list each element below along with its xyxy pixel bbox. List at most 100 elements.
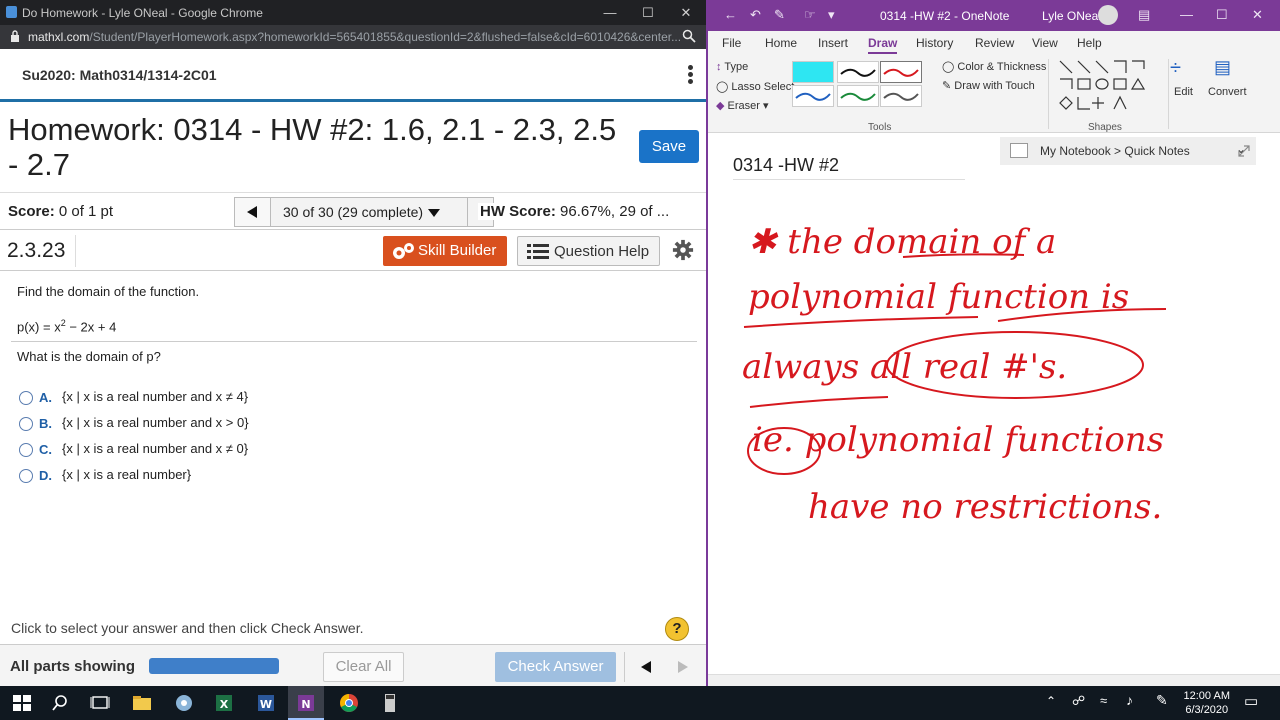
tab-history[interactable]: History xyxy=(916,36,953,50)
triangle-left-icon[interactable] xyxy=(627,652,665,682)
undo-icon[interactable]: ↶ xyxy=(750,7,761,23)
palette-icon: ◯ xyxy=(942,61,955,73)
radio-button[interactable] xyxy=(19,469,33,483)
previous-question-button[interactable] xyxy=(235,198,271,226)
chrome-icon[interactable] xyxy=(337,691,361,715)
network-icon[interactable]: ☍ xyxy=(1072,693,1085,709)
close-icon[interactable]: ✕ xyxy=(1252,7,1263,23)
convert-icon[interactable]: ▤ xyxy=(1214,57,1231,78)
tab-home[interactable]: Home xyxy=(765,36,797,50)
answer-option-b[interactable]: B. {x | x is a real number and x > 0} xyxy=(19,414,419,434)
ink-underline-always xyxy=(749,396,889,408)
parts-progress-bar xyxy=(149,658,279,674)
save-button[interactable]: Save xyxy=(639,130,699,163)
search-icon[interactable] xyxy=(50,691,74,715)
close-icon[interactable]: ✕ xyxy=(668,0,704,25)
triangle-down-icon xyxy=(427,209,440,218)
back-icon[interactable]: ← xyxy=(724,7,737,22)
help-icon[interactable]: ? xyxy=(665,617,689,641)
pen-black[interactable] xyxy=(837,61,879,83)
onenote-page-canvas[interactable]: My Notebook > Quick Notes ⌄ 0314 -HW #2 … xyxy=(708,133,1280,674)
draw-with-touch-label: Draw with Touch xyxy=(954,80,1035,92)
onenote-window: ← ↶ ✎ ☞ ▾ 0314 -HW #2 - OneNote Lyle ONe… xyxy=(706,0,1280,686)
shapes-gallery-icon[interactable] xyxy=(1058,59,1148,111)
answer-option-a[interactable]: A. {x | x is a real number and x ≠ 4} xyxy=(19,388,419,408)
wifi-icon[interactable]: ≈ xyxy=(1100,693,1107,708)
minimize-icon[interactable]: — xyxy=(1180,7,1193,22)
maximize-icon[interactable]: ☐ xyxy=(1216,7,1228,23)
edit-icon[interactable]: ÷ xyxy=(1170,57,1181,80)
chrome-title-bar: Do Homework - Lyle ONeal - Google Chrome… xyxy=(0,0,706,25)
skill-builder-button[interactable]: Skill Builder xyxy=(383,236,507,266)
answer-option-c[interactable]: C. {x | x is a real number and x ≠ 0} xyxy=(19,440,419,460)
windows-start-icon[interactable] xyxy=(10,691,34,715)
clear-all-button[interactable]: Clear All xyxy=(323,652,404,682)
question-selector[interactable]: 30 of 30 (29 complete) xyxy=(283,204,441,220)
tab-help[interactable]: Help xyxy=(1077,36,1102,50)
volume-icon[interactable]: ♪ xyxy=(1126,692,1133,708)
lasso-select-tool[interactable]: ◯ Lasso Select xyxy=(716,80,794,93)
draw-with-touch-button[interactable]: ✎ Draw with Touch xyxy=(942,79,1035,92)
onenote-icon: N xyxy=(298,695,314,711)
taskbar-onenote-active[interactable]: N xyxy=(288,686,324,720)
color-thickness-button[interactable]: ◯ Color & Thickness xyxy=(942,60,1046,73)
pen-stroke-icon xyxy=(795,92,831,101)
zoom-icon[interactable] xyxy=(682,29,696,43)
file-explorer-icon[interactable] xyxy=(130,691,154,715)
type-tool[interactable]: ↕ Type xyxy=(716,61,748,73)
question-navigator: 30 of 30 (29 complete) xyxy=(234,197,494,227)
more-options-icon[interactable] xyxy=(688,65,694,86)
draw-ribbon: ↕ Type ◯ Lasso Select ◆ Eraser ▾ ◯ Color… xyxy=(708,55,1280,133)
triangle-left-icon xyxy=(247,206,257,218)
check-answer-button[interactable]: Check Answer xyxy=(495,652,616,682)
calculator-icon[interactable] xyxy=(378,691,402,715)
score-label: Score: xyxy=(8,203,55,220)
touch-mode-icon[interactable]: ☞ xyxy=(804,7,816,23)
list-icon xyxy=(527,244,549,259)
triangle-right-icon[interactable] xyxy=(665,652,701,682)
question-help-button[interactable]: Question Help xyxy=(517,236,660,266)
answer-option-d[interactable]: D. {x | x is a real number} xyxy=(19,466,419,486)
radio-button[interactable] xyxy=(19,443,33,457)
address-bar[interactable]: mathxl.com/Student/PlayerHomework.aspx?h… xyxy=(0,25,706,49)
score: Score: 0 of 1 pt xyxy=(8,203,113,220)
pen-icon[interactable]: ✎ xyxy=(1156,692,1168,709)
excel-icon[interactable]: X xyxy=(212,691,236,715)
task-view-icon[interactable] xyxy=(88,691,112,715)
ribbon-display-icon[interactable]: ▤ xyxy=(1138,7,1150,23)
pen-red[interactable] xyxy=(880,61,922,83)
pen-gray[interactable] xyxy=(880,85,922,107)
eraser-tool[interactable]: ◆ Eraser ▾ xyxy=(716,99,769,112)
pen-blue[interactable] xyxy=(792,85,834,107)
pen-highlighter-cyan[interactable] xyxy=(792,61,834,83)
customize-dropdown-icon[interactable]: ▾ xyxy=(828,7,835,23)
snipping-tool-icon[interactable] xyxy=(172,691,196,715)
settings-gear-icon[interactable] xyxy=(672,239,694,261)
tab-draw[interactable]: Draw xyxy=(868,36,898,54)
pen-green[interactable] xyxy=(837,85,879,107)
horizontal-scrollbar[interactable] xyxy=(708,674,1280,686)
word-icon[interactable]: W xyxy=(254,691,278,715)
convert-label[interactable]: Convert xyxy=(1208,86,1247,98)
tab-insert[interactable]: Insert xyxy=(818,36,848,50)
url-text[interactable]: mathxl.com/Student/PlayerHomework.aspx?h… xyxy=(28,30,681,44)
tab-file[interactable]: File xyxy=(722,36,741,50)
chevron-up-icon[interactable]: ⌃ xyxy=(1046,694,1056,708)
radio-button[interactable] xyxy=(19,391,33,405)
ink-line-2: polynomial function is xyxy=(748,277,1129,317)
maximize-icon[interactable]: ☐ xyxy=(630,0,666,25)
draw-icon[interactable]: ✎ xyxy=(774,7,785,23)
tab-view[interactable]: View xyxy=(1032,36,1058,50)
clock-date: 6/3/2020 xyxy=(1185,704,1229,716)
ink-line-1: ✱ the domain of a xyxy=(748,222,1056,262)
url-host: mathxl.com xyxy=(28,30,90,44)
radio-button[interactable] xyxy=(19,417,33,431)
avatar[interactable] xyxy=(1098,5,1118,25)
notifications-icon[interactable]: ▭ xyxy=(1244,692,1258,710)
edit-label[interactable]: Edit xyxy=(1174,86,1193,98)
minimize-icon[interactable]: — xyxy=(592,0,628,25)
lasso-label: Lasso Select xyxy=(731,81,795,93)
system-clock[interactable]: 12:00 AM 6/3/2020 xyxy=(1184,689,1230,717)
pen-stroke-icon xyxy=(883,92,919,101)
tab-review[interactable]: Review xyxy=(975,36,1014,50)
